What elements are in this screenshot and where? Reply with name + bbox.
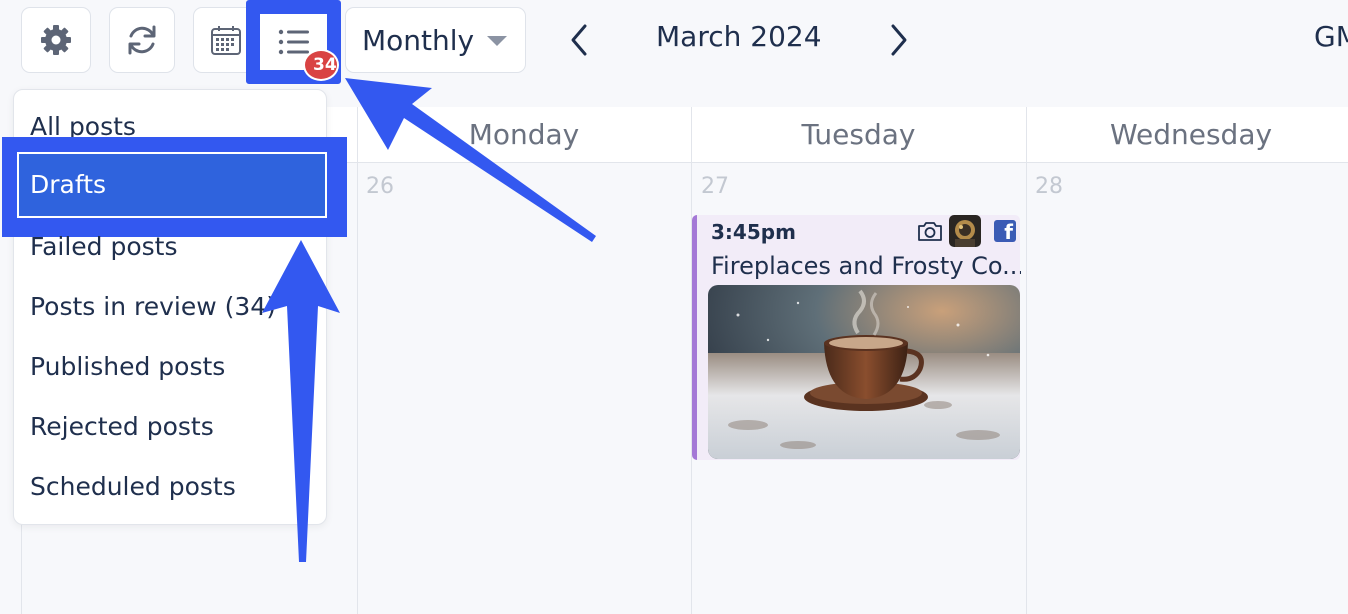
dropdown-item-scheduled-posts[interactable]: Scheduled posts [30,472,236,501]
current-month-label: March 2024 [656,20,822,53]
account-avatar [949,215,981,247]
post-count-badge: 34 [303,49,339,81]
calendar-event-card[interactable]: 3:45pm f Fireplaces and Frosty Co... [692,215,1021,460]
dropdown-item-posts-in-review[interactable]: Posts in review (34) [30,292,276,321]
dropdown-item-rejected-posts[interactable]: Rejected posts [30,412,214,441]
column-header-tuesday: Tuesday [691,107,1026,163]
next-month-button[interactable] [886,22,912,62]
settings-button[interactable] [21,7,91,73]
chevron-left-icon [571,24,587,56]
calendar-app: Monday Tuesday Wednesday 26 27 28 3:45pm… [0,0,1348,614]
day-number-tuesday: 27 [701,174,729,199]
calendar-icon [209,23,243,57]
view-mode-select[interactable]: Monthly [345,7,526,73]
facebook-icon: f [994,220,1016,242]
day-number-monday: 26 [366,174,394,199]
grid-divider [1026,107,1027,614]
event-thumbnail-image [708,285,1020,459]
gear-icon [39,23,73,57]
refresh-icon [124,22,160,58]
column-header-wednesday: Wednesday [1026,107,1348,163]
day-number-wednesday: 28 [1035,174,1063,199]
chevron-right-icon [891,24,907,56]
timezone-label[interactable]: GMT [1314,20,1348,53]
dropdown-item-published-posts[interactable]: Published posts [30,352,225,381]
refresh-button[interactable] [109,7,175,73]
grid-divider [357,107,358,614]
camera-icon [917,220,943,246]
prev-month-button[interactable] [566,22,592,62]
list-icon [277,27,311,57]
event-time: 3:45pm [711,220,796,244]
column-header-monday: Monday [357,107,691,163]
event-title: Fireplaces and Frosty Co... [711,252,1021,280]
dropdown-item-failed-posts[interactable]: Failed posts [30,232,178,261]
chevron-down-icon [487,36,507,46]
view-mode-label: Monthly [362,23,475,57]
dropdown-item-drafts-label: Drafts [30,170,107,199]
